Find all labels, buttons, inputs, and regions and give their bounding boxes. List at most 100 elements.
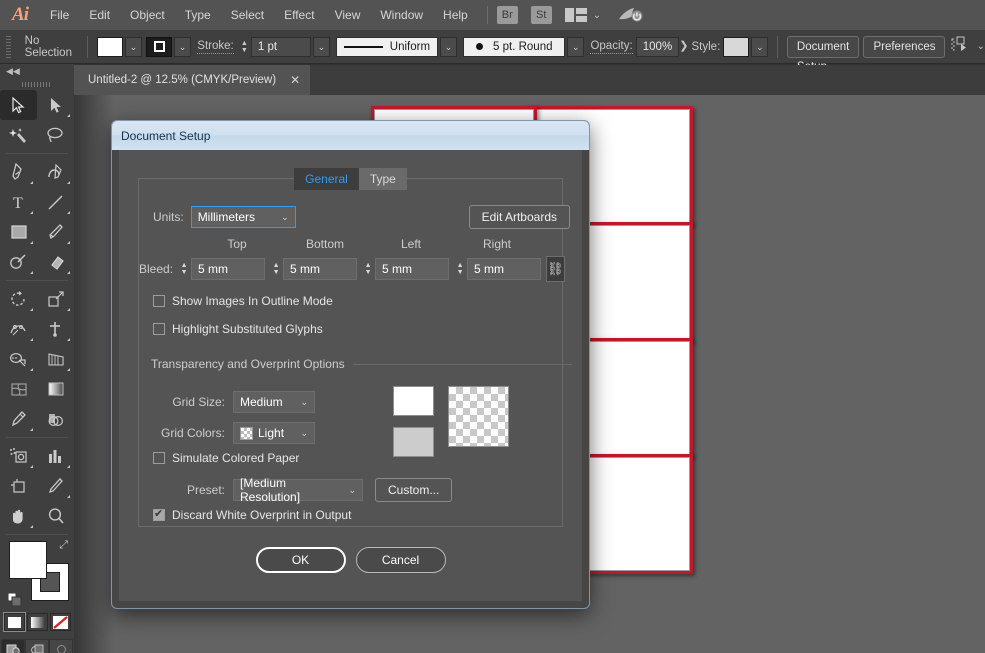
none-swatch-button[interactable] xyxy=(49,613,71,631)
type-tool[interactable]: T xyxy=(0,187,37,217)
line-segment-tool[interactable] xyxy=(37,187,74,217)
fill-color-control[interactable]: ⌄ xyxy=(96,36,142,57)
fill-chevron-down-icon[interactable]: ⌄ xyxy=(124,36,142,57)
tab-general[interactable]: General xyxy=(294,168,359,190)
stroke-color-control[interactable]: ⌄ xyxy=(146,36,192,57)
draw-normal-button[interactable] xyxy=(1,639,25,653)
transparency-preview-white[interactable] xyxy=(393,386,434,416)
opacity-label[interactable]: Opacity: xyxy=(590,40,633,54)
swap-fill-stroke-icon[interactable]: ⤢ xyxy=(59,539,68,552)
bleed-bottom-value[interactable]: 5 mm xyxy=(283,258,358,280)
bleed-left-control[interactable]: ▲ ▼ 5 mm xyxy=(361,258,450,280)
cancel-button[interactable]: Cancel xyxy=(355,547,446,573)
collapse-panel-icon[interactable]: ◀◀ xyxy=(0,64,74,78)
style-swatch[interactable] xyxy=(723,36,750,57)
bleed-top-value[interactable]: 5 mm xyxy=(191,258,266,280)
perspective-grid-tool[interactable] xyxy=(37,344,74,374)
simulate-colored-paper-checkbox[interactable]: Simulate Colored Paper xyxy=(153,451,299,465)
grid-size-select[interactable]: Medium ⌄ xyxy=(233,391,315,413)
selection-tool[interactable] xyxy=(0,90,37,120)
menu-view[interactable]: View xyxy=(325,0,371,30)
bleed-bottom-control[interactable]: ▲ ▼ 5 mm xyxy=(269,258,358,280)
brush-definition-chevron-down-icon[interactable]: ⌄ xyxy=(567,36,585,57)
brush-definition-value-wrap[interactable]: 5 pt. Round xyxy=(463,36,566,57)
slice-tool[interactable] xyxy=(37,471,74,501)
cc-sync-icon[interactable] xyxy=(617,6,643,24)
close-icon[interactable]: ✕ xyxy=(290,73,300,87)
fill-swatch[interactable] xyxy=(96,36,123,57)
tab-type[interactable]: Type xyxy=(358,168,407,190)
magic-wand-tool[interactable] xyxy=(0,120,37,150)
show-images-outline-checkbox[interactable]: Show Images In Outline Mode xyxy=(153,294,333,308)
control-bar-grip[interactable] xyxy=(6,35,11,58)
direct-selection-tool[interactable] xyxy=(37,90,74,120)
bleed-top-stepper[interactable]: ▲ ▼ xyxy=(177,258,192,280)
opacity-value[interactable]: 100% xyxy=(635,36,680,57)
menu-window[interactable]: Window xyxy=(370,0,433,30)
stroke-profile-value-wrap[interactable]: Uniform xyxy=(336,36,439,57)
document-setup-button[interactable]: Document Setup xyxy=(786,35,860,73)
zoom-tool[interactable] xyxy=(37,501,74,531)
stroke-swatch[interactable] xyxy=(146,36,173,57)
stroke-label[interactable]: Stroke: xyxy=(197,40,234,54)
paintbrush-tool[interactable] xyxy=(37,217,74,247)
stroke-weight-chevron-down-icon[interactable]: ⌄ xyxy=(312,36,330,57)
brush-definition-control[interactable]: 5 pt. Round ⌄ xyxy=(463,36,585,57)
mesh-tool[interactable] xyxy=(0,374,37,404)
hand-tool[interactable] xyxy=(0,501,37,531)
menu-type[interactable]: Type xyxy=(175,0,221,30)
preset-select[interactable]: [Medium Resolution] ⌄ xyxy=(233,476,363,504)
graphic-style-control[interactable]: ⌄ xyxy=(723,36,769,57)
menu-help[interactable]: Help xyxy=(433,0,478,30)
document-tab[interactable]: Untitled-2 @ 12.5% (CMYK/Preview) ✕ xyxy=(74,65,311,95)
align-chevron-down-icon[interactable]: ⌄ xyxy=(977,41,985,52)
tools-panel-grip[interactable] xyxy=(0,78,74,90)
fill-color-swatch[interactable] xyxy=(9,541,47,579)
curvature-tool[interactable] xyxy=(37,157,74,187)
ok-button[interactable]: OK xyxy=(255,547,346,573)
menu-file[interactable]: File xyxy=(40,0,79,30)
bridge-button[interactable]: Br xyxy=(496,6,518,24)
free-transform-tool[interactable] xyxy=(37,314,74,344)
menu-effect[interactable]: Effect xyxy=(274,0,324,30)
edit-artboards-button[interactable]: Edit Artboards xyxy=(468,205,570,229)
bleed-bottom-stepper[interactable]: ▲ ▼ xyxy=(269,258,284,280)
menu-edit[interactable]: Edit xyxy=(79,0,120,30)
preferences-button[interactable]: Preferences xyxy=(863,35,946,58)
stroke-weight-control[interactable]: ▲ ▼ 1 pt ⌄ xyxy=(238,36,330,57)
gradient-swatch-button[interactable] xyxy=(26,613,48,631)
stroke-chevron-down-icon[interactable]: ⌄ xyxy=(174,36,192,57)
highlight-glyphs-checkbox[interactable]: Highlight Substituted Glyphs xyxy=(153,322,323,336)
rotate-tool[interactable] xyxy=(0,284,37,314)
menu-select[interactable]: Select xyxy=(221,0,274,30)
width-tool[interactable] xyxy=(0,314,37,344)
bleed-left-stepper[interactable]: ▲ ▼ xyxy=(361,258,376,280)
stroke-weight-value[interactable]: 1 pt xyxy=(250,36,311,57)
gradient-tool[interactable] xyxy=(37,374,74,404)
stroke-weight-stepper[interactable]: ▲ ▼ xyxy=(238,37,251,57)
style-chevron-down-icon[interactable]: ⌄ xyxy=(751,36,769,57)
discard-white-overprint-checkbox[interactable]: Discard White Overprint in Output xyxy=(153,507,351,522)
draw-inside-button[interactable] xyxy=(49,639,73,653)
eyedropper-tool[interactable] xyxy=(0,404,37,434)
bleed-right-control[interactable]: ▲ ▼ 5 mm xyxy=(453,258,542,280)
lasso-tool[interactable] xyxy=(37,120,74,150)
align-icon[interactable] xyxy=(951,36,971,57)
bleed-right-stepper[interactable]: ▲ ▼ xyxy=(453,258,468,280)
stock-button[interactable]: St xyxy=(530,6,552,24)
bleed-left-value[interactable]: 5 mm xyxy=(375,258,450,280)
link-bleed-values-icon[interactable]: ⛓ xyxy=(546,256,565,282)
symbol-sprayer-tool[interactable] xyxy=(0,441,37,471)
menu-object[interactable]: Object xyxy=(120,0,175,30)
shape-builder-tool[interactable] xyxy=(0,344,37,374)
rectangle-tool[interactable] xyxy=(0,217,37,247)
units-select[interactable]: Millimeters ⌄ xyxy=(190,206,296,228)
bleed-top-control[interactable]: ▲ ▼ 5 mm xyxy=(177,258,266,280)
pen-tool[interactable] xyxy=(0,157,37,187)
bleed-right-value[interactable]: 5 mm xyxy=(467,258,542,280)
custom-button[interactable]: Custom... xyxy=(375,478,453,502)
shaper-tool[interactable] xyxy=(0,247,37,277)
color-swatch-button[interactable] xyxy=(2,612,26,632)
arrange-documents-icon[interactable] xyxy=(564,8,587,22)
column-graph-tool[interactable] xyxy=(37,441,74,471)
